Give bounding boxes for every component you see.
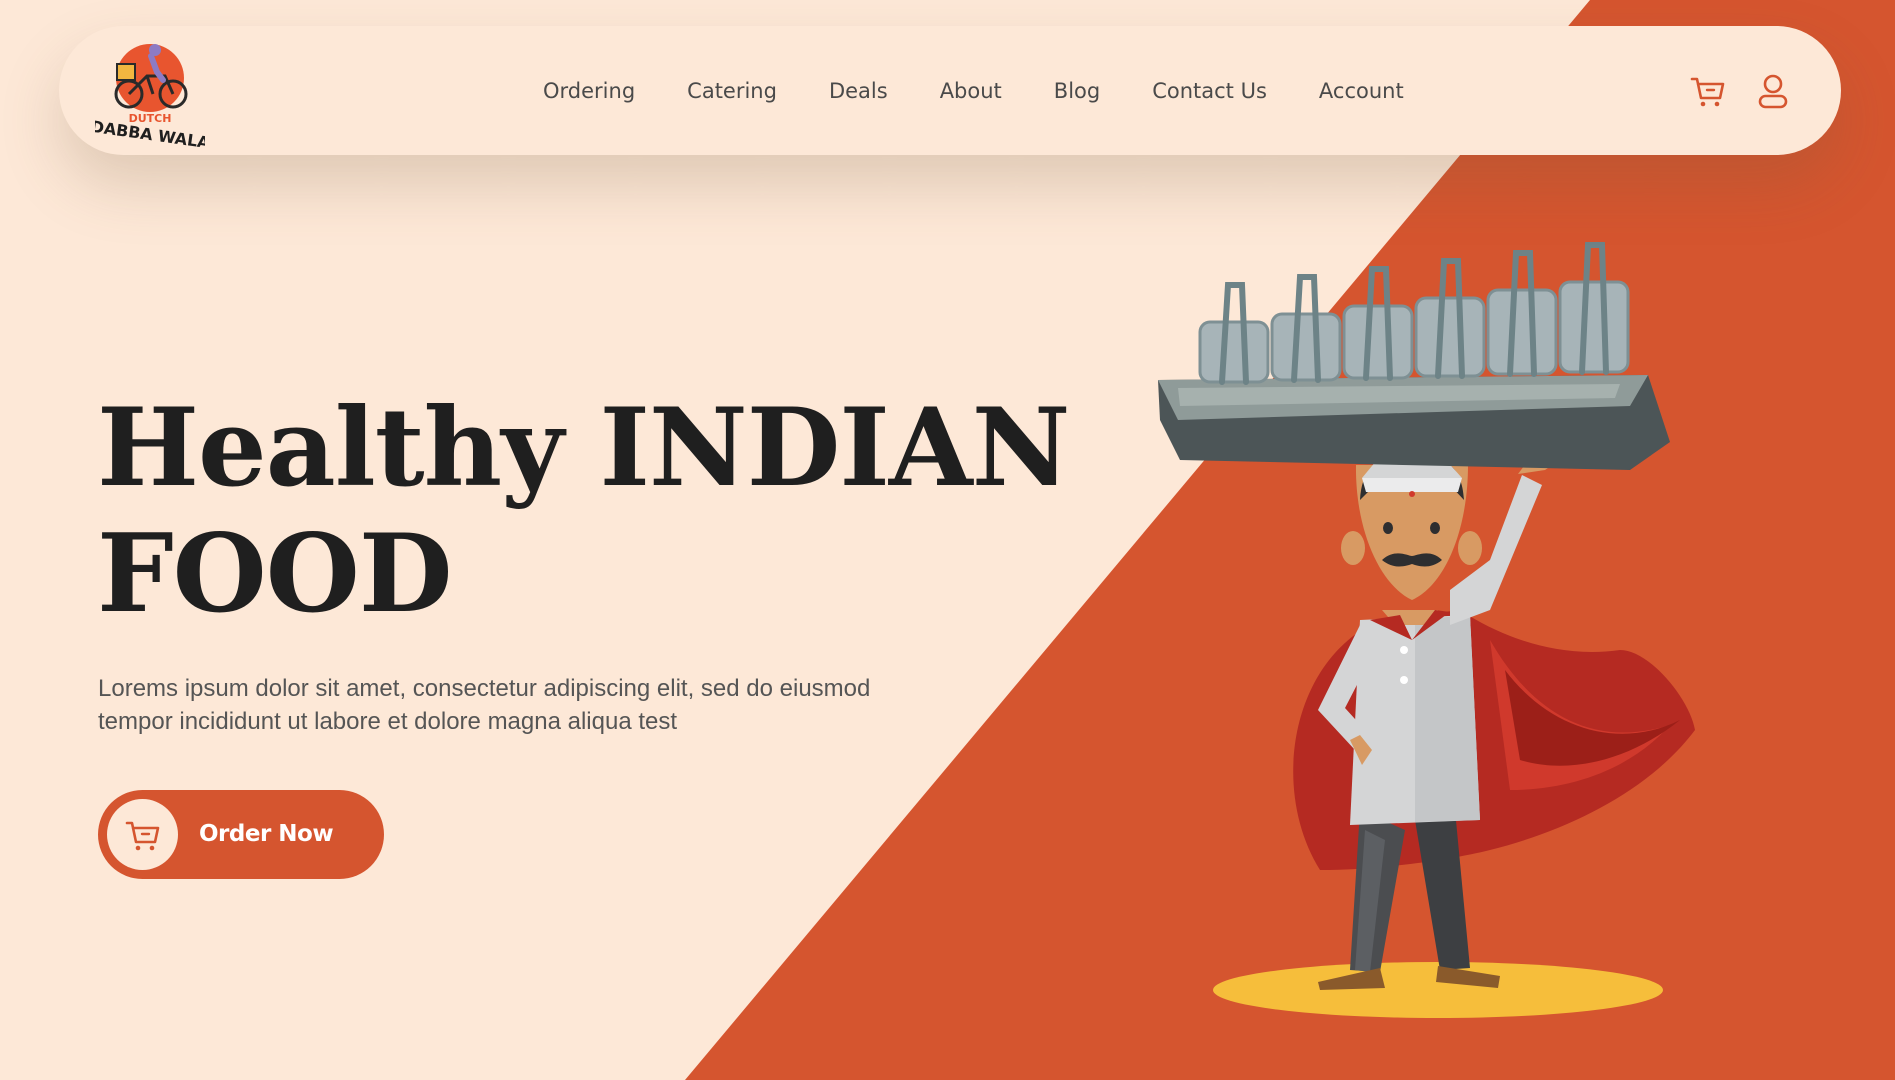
hero-title: Healthy INDIAN FOOD — [97, 385, 1070, 637]
nav-link-about[interactable]: About — [940, 79, 1002, 103]
hero-description: Lorems ipsum dolor sit amet, consectetur… — [98, 675, 871, 735]
nav-link-account[interactable]: Account — [1319, 79, 1404, 103]
order-now-button[interactable]: Order Now — [98, 790, 384, 879]
user-icon[interactable] — [1753, 71, 1793, 111]
hero-title-line-1: Healthy INDIAN — [97, 385, 1070, 511]
hero-title-line-2: FOOD — [97, 511, 453, 637]
order-now-label: Order Now — [199, 821, 334, 847]
nav-link-catering[interactable]: Catering — [687, 79, 777, 103]
nav-link-blog[interactable]: Blog — [1054, 79, 1100, 103]
top-navigation-bar: DUTCH DABBA WALA Ordering Catering Deals… — [59, 26, 1841, 155]
nav-link-deals[interactable]: Deals — [829, 79, 888, 103]
brand-logo[interactable]: DUTCH DABBA WALA — [90, 36, 212, 152]
dabbawala-illustration — [1150, 230, 1770, 1030]
order-button-icon-circle — [107, 799, 178, 870]
nav-links: Ordering Catering Deals About Blog Conta… — [543, 26, 1404, 155]
nav-link-contact-us[interactable]: Contact Us — [1152, 79, 1267, 103]
cart-icon[interactable] — [1688, 71, 1728, 111]
nav-link-ordering[interactable]: Ordering — [543, 79, 635, 103]
cart-icon — [125, 821, 159, 850]
